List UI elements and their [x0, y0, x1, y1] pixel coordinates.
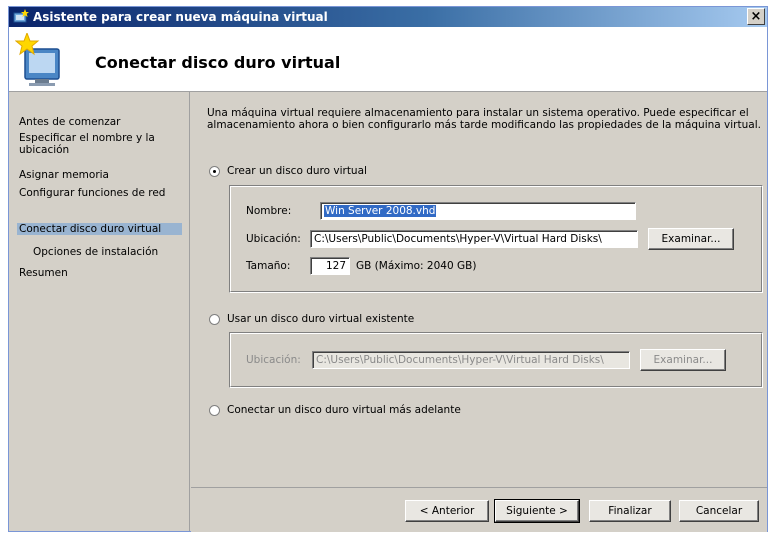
- size-label: Tamaño:: [246, 260, 291, 272]
- location-label: Ubicación:: [246, 233, 301, 245]
- name-label: Nombre:: [246, 205, 292, 217]
- sidebar-item-opciones-instalacion[interactable]: Opciones de instalación: [33, 246, 198, 258]
- wizard-window: Asistente para crear nueva máquina virtu…: [8, 6, 768, 532]
- sidebar-item-asignar-memoria[interactable]: Asignar memoria: [19, 169, 184, 181]
- existing-location-label: Ubicación:: [246, 354, 301, 366]
- radio-connect-later-label[interactable]: Conectar un disco duro virtual más adela…: [227, 404, 461, 416]
- title-bar[interactable]: Asistente para crear nueva máquina virtu…: [9, 7, 767, 27]
- sidebar-item-conectar-disco[interactable]: Conectar disco duro virtual: [17, 223, 182, 235]
- size-field[interactable]: 127: [310, 257, 350, 275]
- page-title: Conectar disco duro virtual: [95, 53, 341, 72]
- browse-button[interactable]: Examinar...: [648, 228, 734, 250]
- sidebar-item-nombre-ubicacion[interactable]: Especificar el nombre y la ubicación: [19, 132, 184, 156]
- radio-create-vhd[interactable]: [209, 166, 220, 177]
- radio-existing-vhd[interactable]: [209, 314, 220, 325]
- back-button[interactable]: < Anterior: [405, 500, 489, 522]
- wizard-footer: < Anterior Siguiente > Finalizar Cancela…: [191, 487, 767, 532]
- sidebar-item-funciones-red[interactable]: Configurar funciones de red: [19, 187, 184, 199]
- size-unit-label: GB (Máximo: 2040 GB): [356, 260, 477, 272]
- radio-connect-later[interactable]: [209, 405, 220, 416]
- sidebar-item-resumen[interactable]: Resumen: [19, 267, 184, 279]
- wizard-header: Conectar disco duro virtual: [9, 27, 767, 92]
- location-field[interactable]: C:\Users\Public\Documents\Hyper-V\Virtua…: [310, 230, 638, 248]
- name-field[interactable]: Win Server 2008.vhd: [320, 202, 636, 220]
- existing-vhd-group: Ubicación: C:\Users\Public\Documents\Hyp…: [229, 332, 763, 388]
- sidebar-item-antes-de-comenzar[interactable]: Antes de comenzar: [19, 116, 184, 128]
- existing-browse-button[interactable]: Examinar...: [640, 349, 726, 371]
- create-vhd-group: Nombre: Win Server 2008.vhd Ubicación: C…: [229, 185, 763, 293]
- cancel-button[interactable]: Cancelar: [679, 500, 759, 522]
- hyperv-wizard-icon: [13, 9, 29, 23]
- existing-location-field[interactable]: C:\Users\Public\Documents\Hyper-V\Virtua…: [312, 351, 630, 369]
- wizard-steps-sidebar: Antes de comenzar Especificar el nombre …: [9, 92, 190, 531]
- description-text: Una máquina virtual requiere almacenamie…: [207, 107, 761, 131]
- radio-existing-vhd-label[interactable]: Usar un disco duro virtual existente: [227, 313, 414, 325]
- next-button[interactable]: Siguiente >: [494, 499, 580, 523]
- finish-button[interactable]: Finalizar: [589, 500, 671, 522]
- close-icon[interactable]: ×: [747, 8, 765, 25]
- window-title: Asistente para crear nueva máquina virtu…: [33, 10, 328, 24]
- wizard-main-panel: Una máquina virtual requiere almacenamie…: [191, 92, 767, 487]
- computer-star-icon: [15, 33, 60, 86]
- radio-create-vhd-label[interactable]: Crear un disco duro virtual: [227, 165, 367, 177]
- name-field-value: Win Server 2008.vhd: [324, 205, 437, 217]
